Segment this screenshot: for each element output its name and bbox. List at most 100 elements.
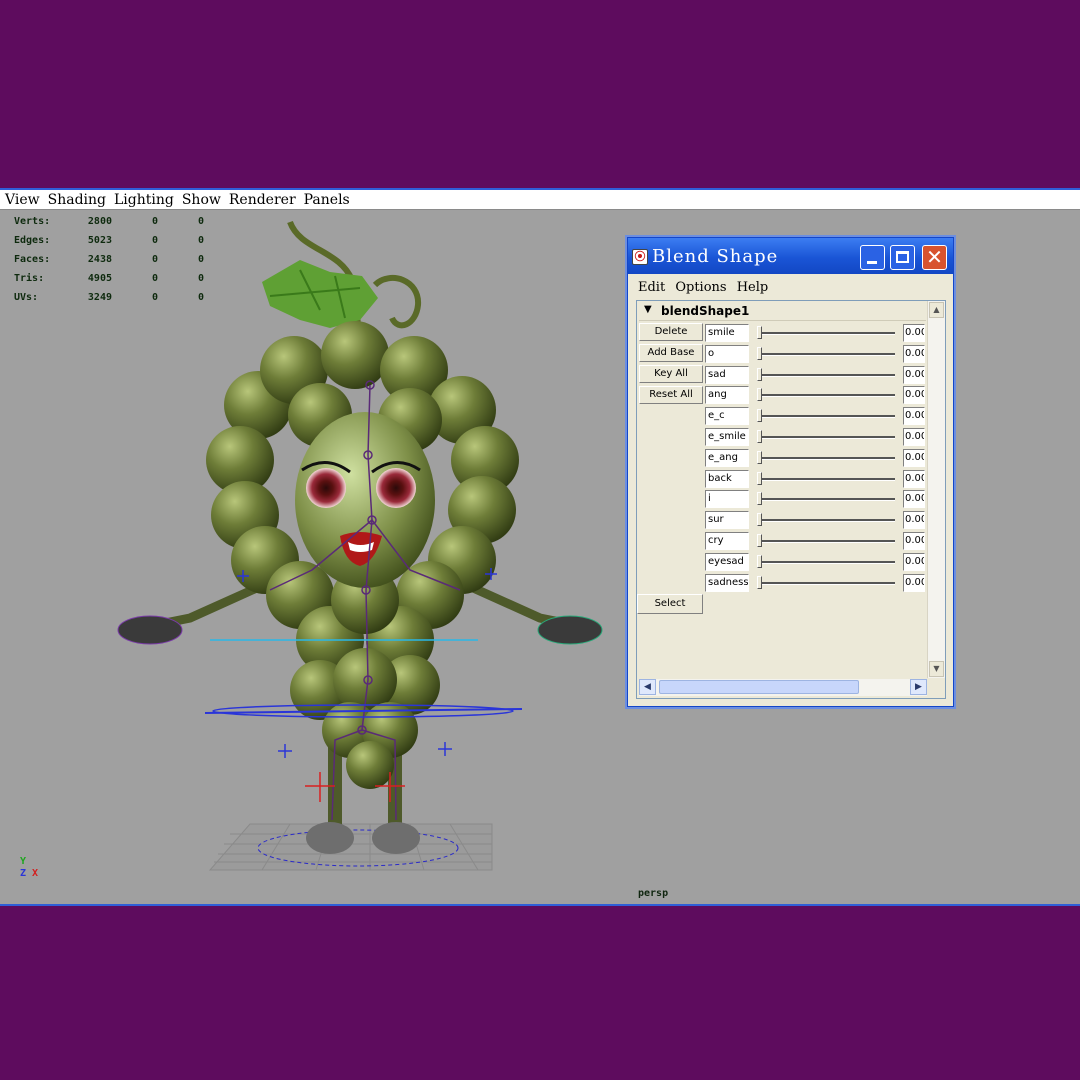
slider-track bbox=[761, 332, 895, 335]
slider-thumb[interactable] bbox=[757, 492, 762, 506]
slider-track bbox=[761, 373, 895, 377]
target-weight-value[interactable]: 0.00 bbox=[903, 365, 925, 384]
slider-thumb[interactable] bbox=[757, 367, 762, 381]
scroll-up-icon[interactable]: ▲ bbox=[929, 302, 944, 318]
scroll-left-icon[interactable]: ◀ bbox=[639, 679, 656, 695]
slider-thumb[interactable] bbox=[757, 450, 762, 464]
target-name-field[interactable]: sad bbox=[705, 365, 749, 384]
blend-target-row: e_smile 0.00 bbox=[705, 427, 927, 448]
target-weight-value[interactable]: 0.00 bbox=[903, 469, 925, 488]
slider-thumb[interactable] bbox=[757, 409, 762, 423]
target-weight-slider[interactable] bbox=[757, 388, 897, 402]
maya-app-icon: ⦿ bbox=[632, 249, 648, 265]
target-weight-value[interactable]: 0.00 bbox=[903, 573, 925, 592]
blend-target-row: eyesad 0.00 bbox=[705, 552, 927, 573]
target-weight-value[interactable]: 0.00 bbox=[903, 552, 925, 571]
blend-target-row: sadness 0.00 bbox=[705, 573, 927, 594]
menu-panels[interactable]: Panels bbox=[304, 192, 350, 208]
slider-track bbox=[761, 519, 895, 523]
target-name-field[interactable]: e_ang bbox=[705, 448, 749, 467]
target-weight-slider[interactable] bbox=[757, 409, 897, 423]
horizontal-scroll-thumb[interactable] bbox=[659, 680, 859, 694]
target-weight-slider[interactable] bbox=[757, 513, 897, 527]
target-name-field[interactable]: sur bbox=[705, 511, 749, 530]
target-weight-slider[interactable] bbox=[757, 492, 897, 506]
grape-face bbox=[295, 412, 435, 588]
slider-track bbox=[761, 498, 895, 502]
blendshape-node-header[interactable]: ▼ blendShape1 bbox=[639, 303, 926, 321]
target-name-field[interactable]: i bbox=[705, 490, 749, 509]
target-weight-slider[interactable] bbox=[757, 471, 897, 486]
blend-target-row: o 0.00 bbox=[705, 344, 927, 365]
menu-show[interactable]: Show bbox=[182, 192, 221, 208]
window-titlebar[interactable]: ⦿ Blend Shape ✕ bbox=[628, 238, 953, 274]
target-weight-value[interactable]: 0.00 bbox=[903, 448, 925, 467]
target-weight-slider[interactable] bbox=[757, 534, 897, 548]
target-weight-value[interactable]: 0.00 bbox=[903, 386, 925, 405]
scroll-down-icon[interactable]: ▼ bbox=[929, 661, 944, 677]
slider-thumb[interactable] bbox=[757, 326, 762, 339]
target-name-field[interactable]: cry bbox=[705, 532, 749, 550]
target-weight-slider[interactable] bbox=[757, 430, 897, 444]
blend-target-row: ang 0.00 bbox=[705, 385, 927, 406]
menu-renderer[interactable]: Renderer bbox=[229, 192, 296, 208]
slider-thumb[interactable] bbox=[757, 471, 762, 485]
target-name-field[interactable]: e_c bbox=[705, 407, 749, 426]
collapse-arrow-icon[interactable]: ▼ bbox=[644, 304, 652, 315]
target-weight-value[interactable]: 0.00 bbox=[903, 324, 925, 342]
menu-options[interactable]: Options bbox=[675, 280, 726, 295]
target-weight-value[interactable]: 0.00 bbox=[903, 532, 925, 550]
target-weight-slider[interactable] bbox=[757, 346, 897, 361]
menu-edit[interactable]: Edit bbox=[638, 280, 665, 295]
menu-lighting[interactable]: Lighting bbox=[114, 192, 174, 208]
target-name-field[interactable]: sadness bbox=[705, 573, 749, 592]
blend-target-row: cry 0.00 bbox=[705, 531, 927, 552]
add-base-button[interactable]: Add Base bbox=[639, 344, 703, 362]
scroll-right-icon[interactable]: ▶ bbox=[910, 679, 927, 695]
target-weight-slider[interactable] bbox=[757, 575, 897, 590]
target-weight-slider[interactable] bbox=[757, 367, 897, 382]
select-button[interactable]: Select bbox=[637, 594, 703, 614]
target-weight-value[interactable]: 0.00 bbox=[903, 428, 925, 446]
camera-name-label: persp bbox=[638, 888, 669, 899]
blend-shape-panel: ▼ blendShape1 Delete Add Base Key All Re… bbox=[636, 300, 946, 699]
menu-help[interactable]: Help bbox=[737, 280, 769, 295]
menu-view[interactable]: View bbox=[5, 192, 40, 208]
minimize-button[interactable] bbox=[860, 245, 885, 270]
slider-thumb[interactable] bbox=[757, 430, 762, 443]
close-button[interactable]: ✕ bbox=[922, 245, 947, 270]
slider-track bbox=[761, 477, 895, 481]
slider-track bbox=[761, 436, 895, 439]
panel-menubar: View Shading Lighting Show Renderer Pane… bbox=[0, 190, 1080, 210]
target-weight-value[interactable]: 0.00 bbox=[903, 344, 925, 363]
target-weight-value[interactable]: 0.00 bbox=[903, 511, 925, 530]
target-weight-value[interactable]: 0.00 bbox=[903, 490, 925, 509]
target-name-field[interactable]: smile bbox=[705, 324, 749, 342]
vertical-scrollbar[interactable]: ▲ ▼ bbox=[927, 301, 945, 678]
target-weight-value[interactable]: 0.00 bbox=[903, 407, 925, 426]
target-name-field[interactable]: e_smile bbox=[705, 428, 749, 446]
target-name-field[interactable]: o bbox=[705, 344, 749, 363]
horizontal-scrollbar[interactable]: ◀ ▶ bbox=[639, 679, 927, 696]
target-weight-slider[interactable] bbox=[757, 450, 897, 465]
slider-thumb[interactable] bbox=[757, 534, 762, 547]
slider-thumb[interactable] bbox=[757, 575, 762, 589]
slider-thumb[interactable] bbox=[757, 388, 762, 402]
menu-shading[interactable]: Shading bbox=[48, 192, 106, 208]
maximize-button[interactable] bbox=[890, 245, 915, 270]
target-weight-slider[interactable] bbox=[757, 554, 897, 569]
slider-thumb[interactable] bbox=[757, 346, 762, 360]
target-weight-slider[interactable] bbox=[757, 326, 897, 340]
slider-track bbox=[761, 456, 895, 460]
slider-thumb[interactable] bbox=[757, 513, 762, 527]
target-name-field[interactable]: ang bbox=[705, 386, 749, 405]
bottom-background-band bbox=[0, 906, 1080, 1080]
blend-target-row: sad 0.00 bbox=[705, 365, 927, 386]
target-name-field[interactable]: back bbox=[705, 469, 749, 488]
delete-button[interactable]: Delete bbox=[639, 323, 703, 341]
reset-all-button[interactable]: Reset All bbox=[639, 386, 703, 404]
target-name-field[interactable]: eyesad bbox=[705, 552, 749, 571]
key-all-button[interactable]: Key All bbox=[639, 365, 703, 383]
slider-thumb[interactable] bbox=[757, 554, 762, 568]
window-title: Blend Shape bbox=[652, 246, 779, 267]
